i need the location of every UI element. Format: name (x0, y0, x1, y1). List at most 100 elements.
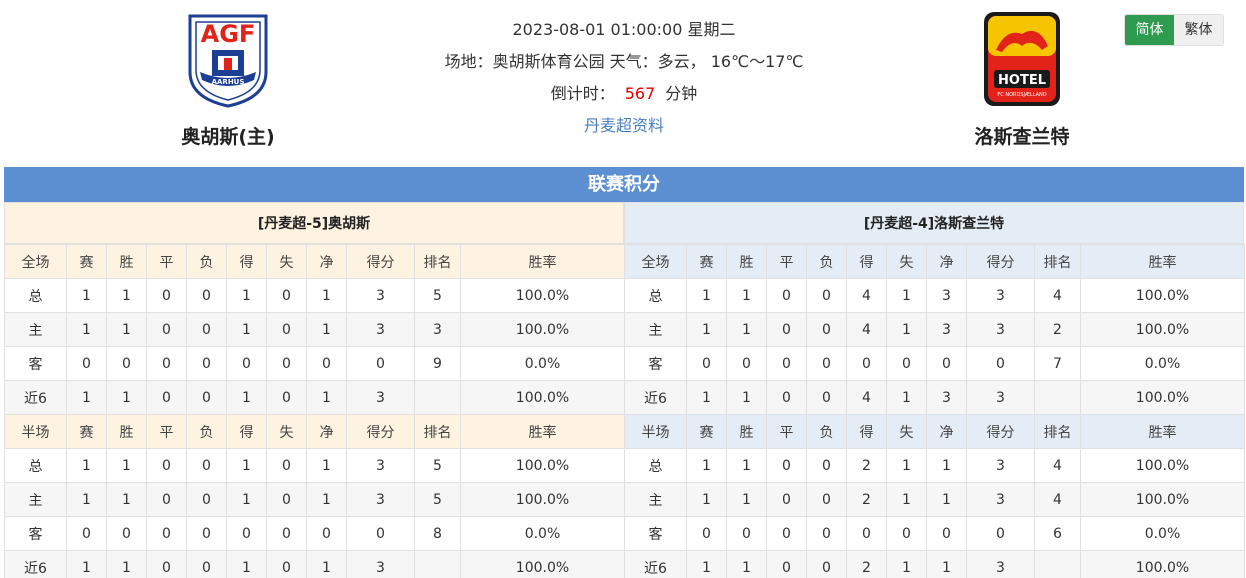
column-header: 得分 (966, 244, 1035, 279)
home-half-header-row: 半场赛胜平负得失净得分 排名 胜率 (4, 414, 625, 449)
table-cell: 1 (306, 278, 347, 313)
table-row: 总 1 1 0 0 4 1 3 3 4 100.0% (624, 278, 1245, 313)
table-cell: 1 (686, 482, 727, 517)
table-cell: 0 (806, 380, 847, 415)
table-cell: 0 (226, 516, 267, 551)
table-cell: 1 (226, 482, 267, 517)
table-cell: 0 (66, 516, 107, 551)
match-venue-weather: 场地：奥胡斯体育公园 天气：多云， 16℃～17℃ (444, 52, 804, 71)
row-label: 主 (624, 312, 687, 347)
column-header: 平 (766, 414, 807, 449)
table-cell: 4 (1034, 278, 1081, 313)
table-cell: 1 (686, 448, 727, 483)
row-label: 主 (4, 312, 67, 347)
table-cell: 0 (766, 516, 807, 551)
column-header: 得 (846, 414, 887, 449)
svg-text:AARHUS: AARHUS (212, 78, 245, 86)
table-cell: 100.0% (1080, 448, 1245, 483)
table-cell: 0 (726, 346, 767, 381)
simplified-chinese-button[interactable]: 简体 (1125, 15, 1174, 45)
home-standings-title: [丹麦超-5]奥胡斯 (4, 202, 624, 244)
table-row: 近6 1 1 0 0 2 1 1 3 100.0% (624, 550, 1245, 578)
home-team[interactable]: AGF AARHUS 奥胡斯(主) (148, 10, 308, 149)
table-cell: 1 (66, 550, 107, 578)
table-cell: 0 (766, 482, 807, 517)
table-row: 客 0 0 0 0 0 0 0 0 9 0.0% (4, 346, 625, 381)
table-cell: 0 (266, 516, 307, 551)
table-cell: 5 (414, 448, 461, 483)
table-row: 总 1 1 0 0 1 0 1 3 5 100.0% (4, 448, 625, 483)
table-cell: 1 (106, 448, 147, 483)
column-header: 排名 (414, 414, 461, 449)
table-cell: 1 (686, 278, 727, 313)
row-label: 客 (624, 346, 687, 381)
table-cell: 100.0% (460, 380, 625, 415)
table-cell: 1 (726, 312, 767, 347)
table-cell: 0 (726, 516, 767, 551)
table-cell: 2 (1034, 312, 1081, 347)
table-cell: 3 (966, 550, 1035, 578)
league-info-link[interactable]: 丹麦超资料 (584, 116, 664, 135)
column-header: 赛 (66, 414, 107, 449)
table-row: 主 1 1 0 0 2 1 1 3 4 100.0% (624, 482, 1245, 517)
table-cell: 0 (186, 482, 227, 517)
table-cell: 0 (766, 278, 807, 313)
table-cell: 0 (686, 346, 727, 381)
column-header: 失 (886, 414, 927, 449)
table-cell: 0 (806, 448, 847, 483)
table-cell: 1 (106, 482, 147, 517)
table-cell: 0 (186, 550, 227, 578)
table-cell: 0 (806, 516, 847, 551)
away-team[interactable]: HOTEL FC NORDSJÆLLAND 洛斯查兰特 (942, 10, 1102, 149)
column-header: 胜 (726, 244, 767, 279)
table-cell: 0 (146, 346, 187, 381)
table-cell: 0 (766, 346, 807, 381)
table-cell: 100.0% (1080, 278, 1245, 313)
table-cell: 1 (886, 312, 927, 347)
column-header: 胜 (106, 414, 147, 449)
column-header: 赛 (686, 414, 727, 449)
column-header: 胜率 (1080, 244, 1245, 279)
countdown-label: 倒计时： (550, 84, 615, 103)
row-label: 总 (4, 448, 67, 483)
table-cell: 1 (306, 448, 347, 483)
table-cell: 1 (106, 278, 147, 313)
table-cell: 0.0% (1080, 516, 1245, 551)
away-standings-panel: [丹麦超-4]洛斯查兰特 全场赛胜平负得失净得分 排名 胜率总 1 1 0 0 4 1 3 3 4 10… (624, 202, 1245, 578)
table-cell: 9 (414, 346, 461, 381)
table-cell: 1 (306, 482, 347, 517)
table-cell: 1 (106, 312, 147, 347)
away-half-header-row: 半场赛胜平负得失净得分 排名 胜率 (624, 414, 1245, 449)
home-team-logo[interactable]: AGF AARHUS (178, 10, 278, 110)
table-row: 近6 1 1 0 0 1 0 1 3 100.0% (4, 380, 625, 415)
league-info-row: 丹麦超资料 (400, 114, 848, 146)
column-header: 排名 (414, 244, 461, 279)
table-cell: 1 (886, 380, 927, 415)
table-cell: 0 (346, 346, 415, 381)
table-cell: 100.0% (460, 278, 625, 313)
table-cell: 0 (146, 516, 187, 551)
table-cell: 0.0% (460, 346, 625, 381)
table-cell: 1 (686, 380, 727, 415)
table-cell: 1 (926, 448, 967, 483)
row-label: 总 (624, 448, 687, 483)
table-cell: 0 (966, 346, 1035, 381)
home-team-name[interactable]: 奥胡斯(主) (148, 122, 308, 149)
traditional-chinese-button[interactable]: 繁体 (1174, 15, 1223, 45)
table-row: 主 1 1 0 0 1 0 1 3 3 100.0% (4, 312, 625, 347)
table-cell: 100.0% (1080, 380, 1245, 415)
table-cell: 0 (146, 380, 187, 415)
table-cell: 1 (926, 550, 967, 578)
column-header: 半场 (624, 414, 687, 449)
table-cell: 1 (106, 380, 147, 415)
table-cell: 0 (766, 448, 807, 483)
table-cell: 1 (306, 550, 347, 578)
away-team-logo[interactable]: HOTEL FC NORDSJÆLLAND (972, 10, 1072, 110)
table-cell: 3 (346, 550, 415, 578)
table-cell: 100.0% (1080, 550, 1245, 578)
table-cell: 0 (966, 516, 1035, 551)
column-header: 失 (886, 244, 927, 279)
table-cell: 2 (846, 482, 887, 517)
table-cell: 1 (726, 482, 767, 517)
away-team-name[interactable]: 洛斯查兰特 (942, 122, 1102, 149)
